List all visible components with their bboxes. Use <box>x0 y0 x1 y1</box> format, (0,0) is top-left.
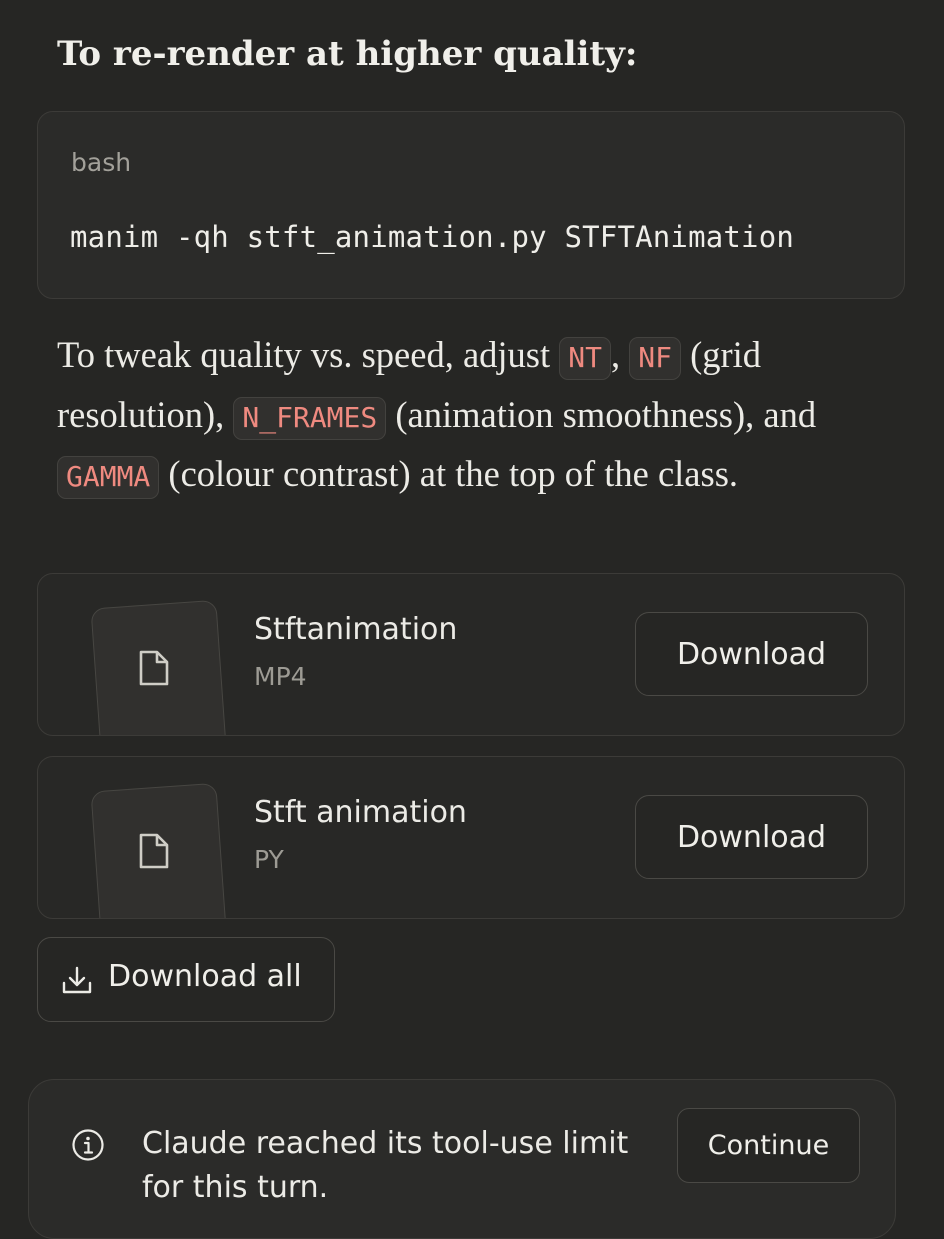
inline-code-nf: NF <box>629 337 681 380</box>
download-icon <box>62 966 92 994</box>
paragraph-text: To tweak quality vs. speed, adjust <box>57 334 560 375</box>
info-icon <box>72 1129 104 1161</box>
code-language-label: bash <box>71 148 132 177</box>
instructions-paragraph: To tweak quality vs. speed, adjust NT, N… <box>57 327 857 506</box>
file-name: Stftanimation <box>254 612 458 647</box>
file-card-stftanimation-mp4[interactable]: Stftanimation MP4 Download <box>37 573 905 736</box>
paragraph-text: (colour contrast) at the top of the clas… <box>159 453 739 494</box>
continue-button[interactable]: Continue <box>677 1108 860 1183</box>
download-button[interactable]: Download <box>635 795 868 879</box>
inline-code-n-frames: N_FRAMES <box>233 396 387 440</box>
notice-message: Claude reached its tool-use limit for th… <box>142 1126 629 1205</box>
download-all-button[interactable]: Download all <box>37 937 335 1022</box>
file-type: PY <box>254 845 284 874</box>
section-heading: To re-render at higher quality: <box>57 34 638 74</box>
document-icon <box>139 833 169 869</box>
download-all-label: Download all <box>108 959 302 994</box>
download-button[interactable]: Download <box>635 612 868 696</box>
document-icon <box>139 650 169 686</box>
file-type: MP4 <box>254 662 307 691</box>
code-command[interactable]: manim -qh stft_animation.py STFTAnimatio… <box>70 220 794 254</box>
file-card-stft-animation-py[interactable]: Stft animation PY Download <box>37 756 905 919</box>
paragraph-text: (animation smoothness), and <box>386 393 817 435</box>
file-name: Stft animation <box>254 795 467 830</box>
inline-code-gamma: GAMMA <box>57 456 160 499</box>
inline-code-nt: NT <box>559 337 611 380</box>
paragraph-text: , <box>611 334 630 375</box>
code-block: bash manim -qh stft_animation.py STFTAni… <box>37 111 905 299</box>
tool-limit-notice: Claude reached its tool-use limit for th… <box>28 1079 896 1239</box>
